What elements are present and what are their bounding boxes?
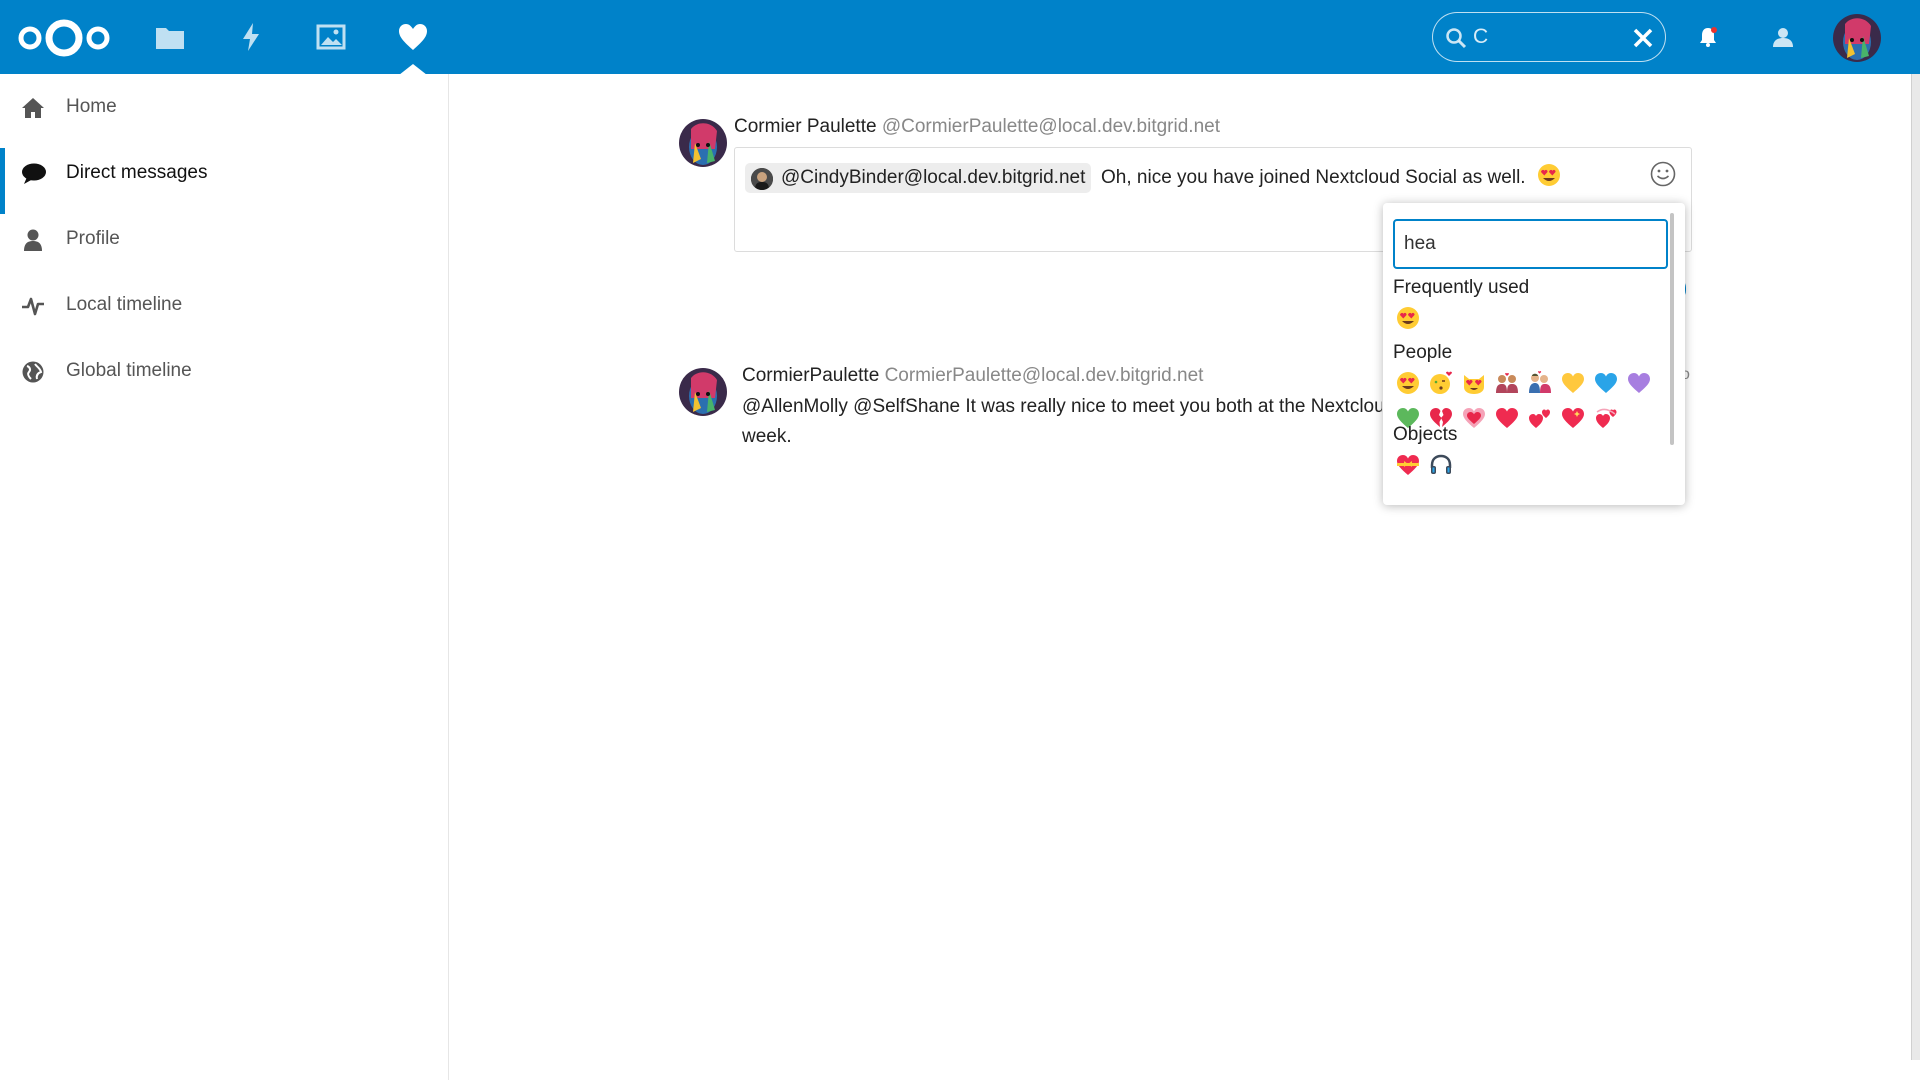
composer-author-name: Cormier Paulette (734, 116, 877, 137)
page-scrollbar[interactable] (1911, 74, 1920, 1060)
category-people: People (1393, 342, 1453, 363)
heart-eyes-emoji-icon[interactable] (1391, 301, 1424, 334)
files-app-folder-icon[interactable] (153, 20, 187, 54)
yellow-heart-emoji-icon[interactable] (1556, 366, 1589, 399)
post-content-line-2: week. (742, 426, 792, 447)
category-objects: Objects (1393, 424, 1458, 445)
purple-heart-emoji-icon[interactable] (1622, 366, 1655, 399)
heart-with-ribbon-emoji-icon[interactable] (1391, 448, 1424, 481)
emoji-search-input[interactable] (1395, 221, 1666, 267)
couple-kiss-emoji-icon[interactable] (1523, 366, 1556, 399)
nav-item-global-timeline[interactable]: Global timeline (0, 338, 448, 404)
user-icon (21, 228, 45, 252)
emoji-picker-scrollbar[interactable] (1670, 213, 1674, 445)
post-author-name[interactable]: CormierPaulette (742, 365, 879, 386)
nav-item-label: Home (66, 96, 117, 117)
post-author-avatar[interactable] (679, 368, 727, 416)
clear-search-icon[interactable] (1631, 26, 1655, 50)
people-emoji-row-1 (1391, 366, 1655, 399)
mention-chip[interactable]: @CindyBinder@local.dev.bitgrid.net (745, 163, 1092, 193)
nav-item-label: Local timeline (66, 294, 183, 315)
emoji-picker-toggle-smiley-icon[interactable] (1650, 161, 1676, 187)
nav-item-label: Profile (66, 228, 120, 249)
post-content-line-1: @AllenMolly @SelfShane It was really nic… (742, 396, 1382, 417)
mention-avatar (751, 168, 773, 190)
post-draft-text: Oh, nice you have joined Nextcloud Socia… (1101, 167, 1526, 188)
composer-author-handle: @CormierPaulette@local.dev.bitgrid.net (881, 116, 1220, 137)
blue-heart-emoji-icon[interactable] (1589, 366, 1622, 399)
emoji-picker-popover: Frequently used People Objects (1383, 203, 1685, 505)
heart-eyes-cat-emoji-icon[interactable] (1457, 366, 1490, 399)
growing-heart-emoji-icon[interactable] (1457, 401, 1490, 434)
emoji-search-field[interactable] (1393, 219, 1668, 269)
search-icon (1445, 27, 1467, 54)
mention-text: @CindyBinder@local.dev.bitgrid.net (781, 167, 1086, 188)
objects-emoji-row (1391, 448, 1457, 481)
globe-icon (21, 360, 45, 384)
kissing-heart-emoji-icon[interactable] (1424, 366, 1457, 399)
post-content: @AllenMolly @SelfShane It was really nic… (742, 392, 1382, 452)
headphones-emoji-icon[interactable] (1424, 448, 1457, 481)
unified-search[interactable] (1432, 12, 1666, 62)
nav-item-local-timeline[interactable]: Local timeline (0, 272, 448, 338)
post-author: CormierPaulette CormierPaulette@local.de… (742, 365, 1203, 387)
nav-item-label: Global timeline (66, 360, 192, 381)
activity-app-lightning-icon[interactable] (234, 20, 268, 54)
two-hearts-emoji-icon[interactable] (1523, 401, 1556, 434)
sparkling-heart-emoji-icon[interactable] (1556, 401, 1589, 434)
red-heart-emoji-icon[interactable] (1490, 401, 1523, 434)
composer-author-avatar (679, 119, 727, 167)
home-icon (21, 96, 45, 120)
nav-item-direct-messages[interactable]: Direct messages (0, 140, 448, 214)
frequently-used-emoji-row (1391, 301, 1424, 334)
user-avatar[interactable] (1833, 14, 1881, 62)
notifications-bell-icon[interactable] (1693, 22, 1723, 52)
composer-author: Cormier Paulette @CormierPaulette@local.… (734, 116, 1220, 138)
contacts-menu-icon[interactable] (1768, 22, 1798, 52)
gallery-app-image-icon[interactable] (314, 20, 348, 54)
nav-item-label: Direct messages (66, 162, 208, 183)
heart-eyes-emoji-icon (1537, 163, 1561, 197)
social-app-heart-icon[interactable] (396, 20, 430, 54)
nextcloud-logo[interactable] (16, 16, 112, 60)
post-text-input[interactable]: Oh, nice you have joined Nextcloud Socia… (1101, 163, 1561, 197)
nav-item-home[interactable]: Home (0, 74, 448, 140)
heart-eyes-emoji-icon[interactable] (1391, 366, 1424, 399)
app-navigation: Home Direct messages Profile Local timel… (0, 74, 449, 1080)
top-header (0, 0, 1920, 75)
nav-item-profile[interactable]: Profile (0, 206, 448, 272)
couple-with-heart-emoji-icon[interactable] (1490, 366, 1523, 399)
post-author-handle[interactable]: CormierPaulette@local.dev.bitgrid.net (885, 365, 1204, 386)
search-input[interactable] (1473, 23, 1623, 51)
pulse-icon (21, 294, 45, 318)
category-frequently-used: Frequently used (1393, 277, 1530, 298)
revolving-hearts-emoji-icon[interactable] (1589, 401, 1622, 434)
speech-bubble-icon (21, 162, 46, 186)
